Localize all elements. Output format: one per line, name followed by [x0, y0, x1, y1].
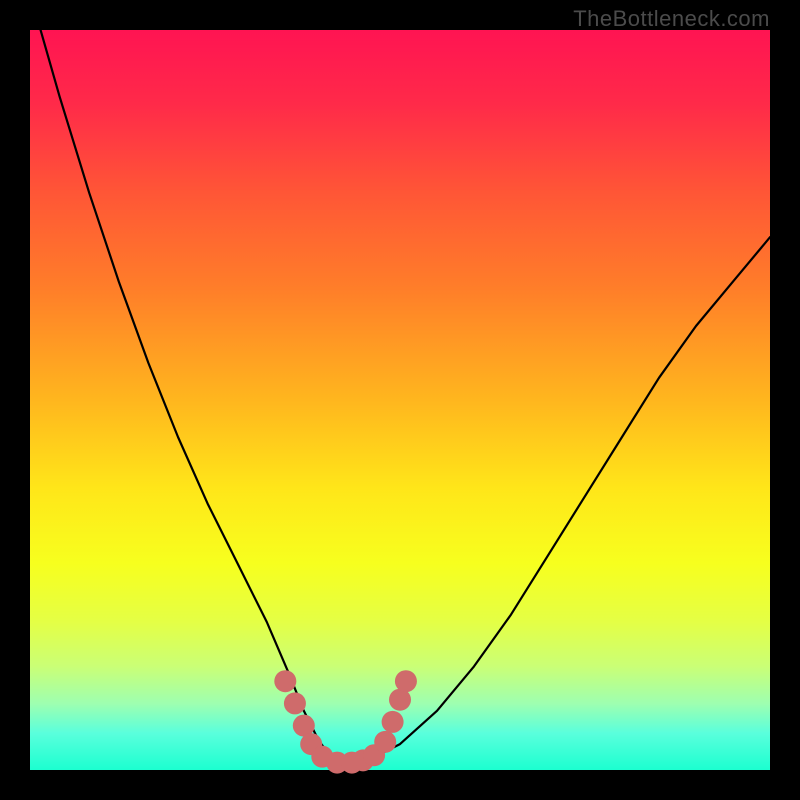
curve-layer: [30, 30, 770, 770]
bottleneck-curve: [30, 0, 770, 763]
highlight-dot: [284, 692, 306, 714]
watermark-text: TheBottleneck.com: [573, 6, 770, 32]
highlight-dots: [274, 670, 417, 773]
highlight-dot: [274, 670, 296, 692]
highlight-dot: [374, 731, 396, 753]
plot-area: [30, 30, 770, 770]
highlight-dot: [382, 711, 404, 733]
highlight-dot: [395, 670, 417, 692]
chart-frame: TheBottleneck.com: [0, 0, 800, 800]
